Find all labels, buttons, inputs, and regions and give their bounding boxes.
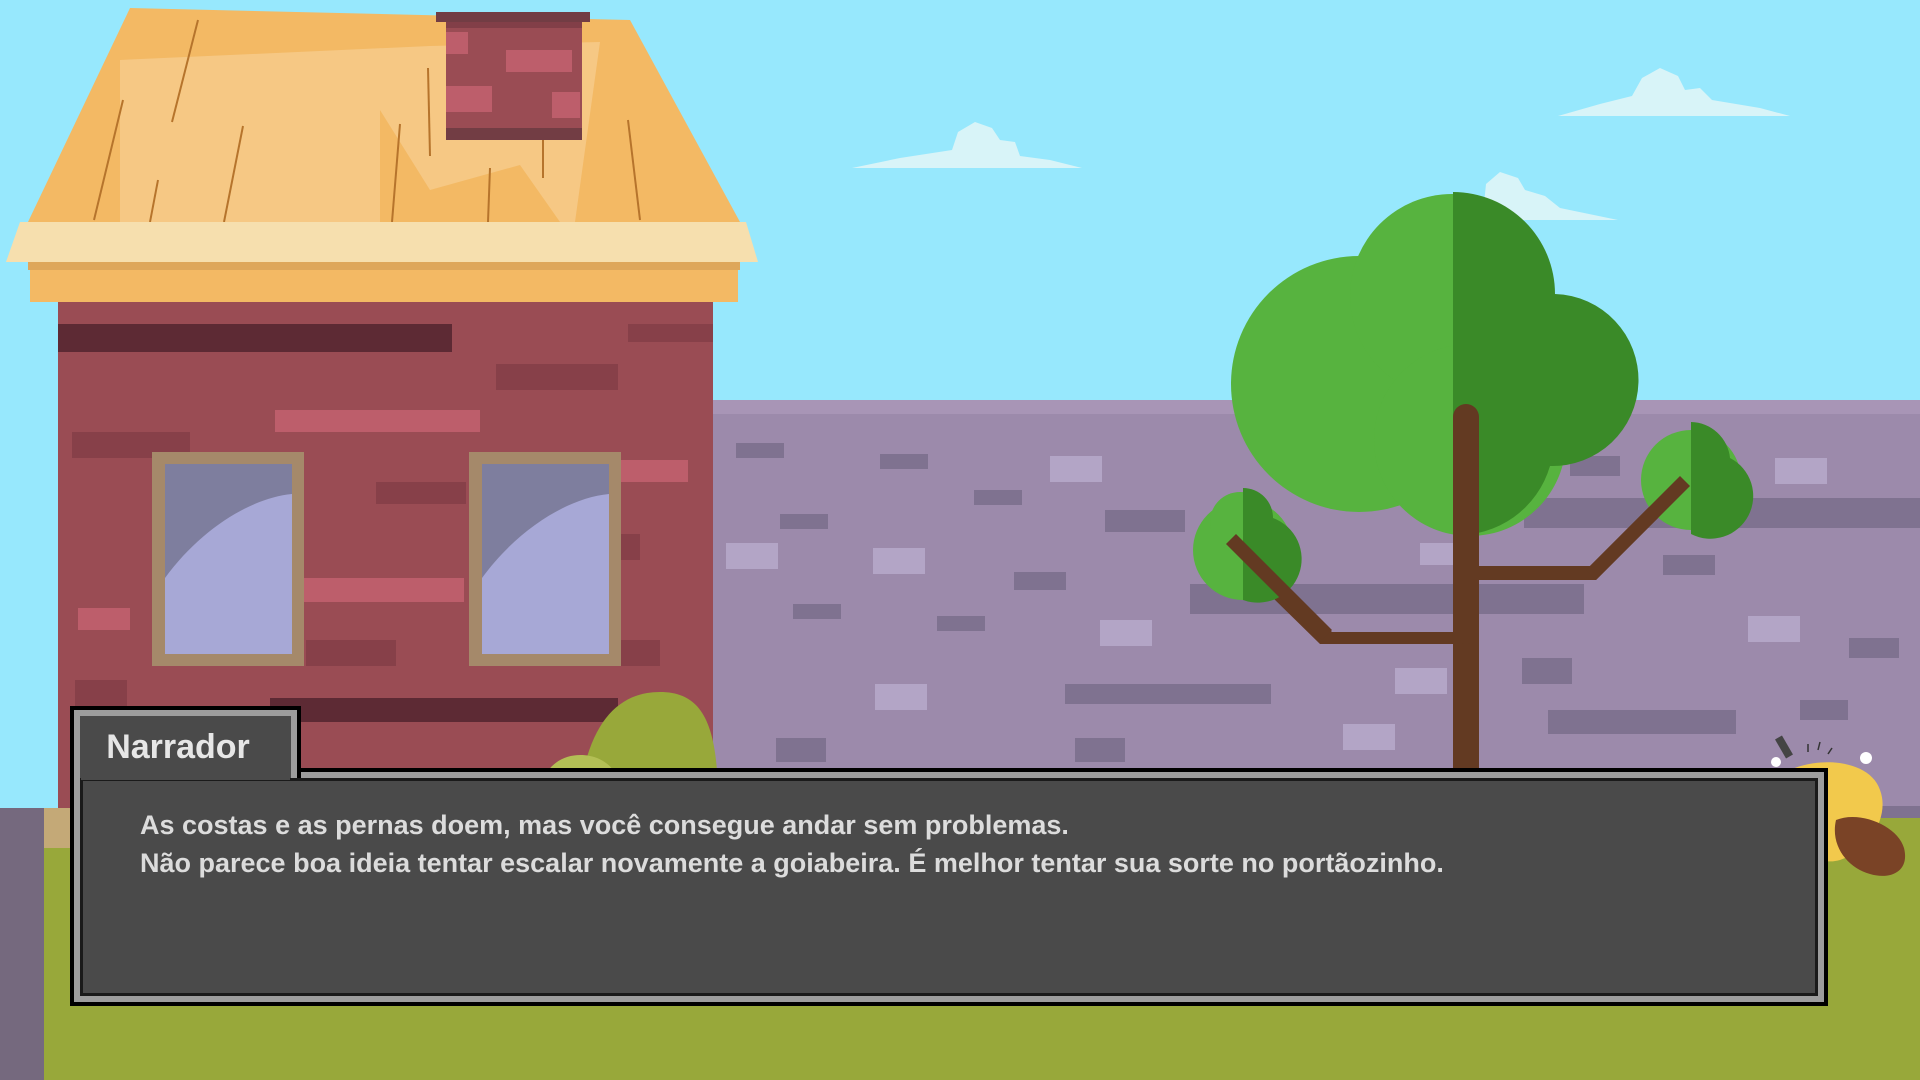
- dialog-box[interactable]: [70, 768, 1828, 1006]
- dialog-line: As costas e as pernas doem, mas você con…: [140, 810, 1069, 840]
- dialog-line: Não parece boa ideia tentar escalar nova…: [140, 848, 1444, 878]
- gate-post: [0, 808, 44, 1080]
- speaker-tab-joiner: [81, 768, 290, 780]
- dialog-text: As costas e as pernas doem, mas você con…: [140, 806, 1780, 882]
- window: [152, 452, 304, 666]
- window: [469, 452, 621, 666]
